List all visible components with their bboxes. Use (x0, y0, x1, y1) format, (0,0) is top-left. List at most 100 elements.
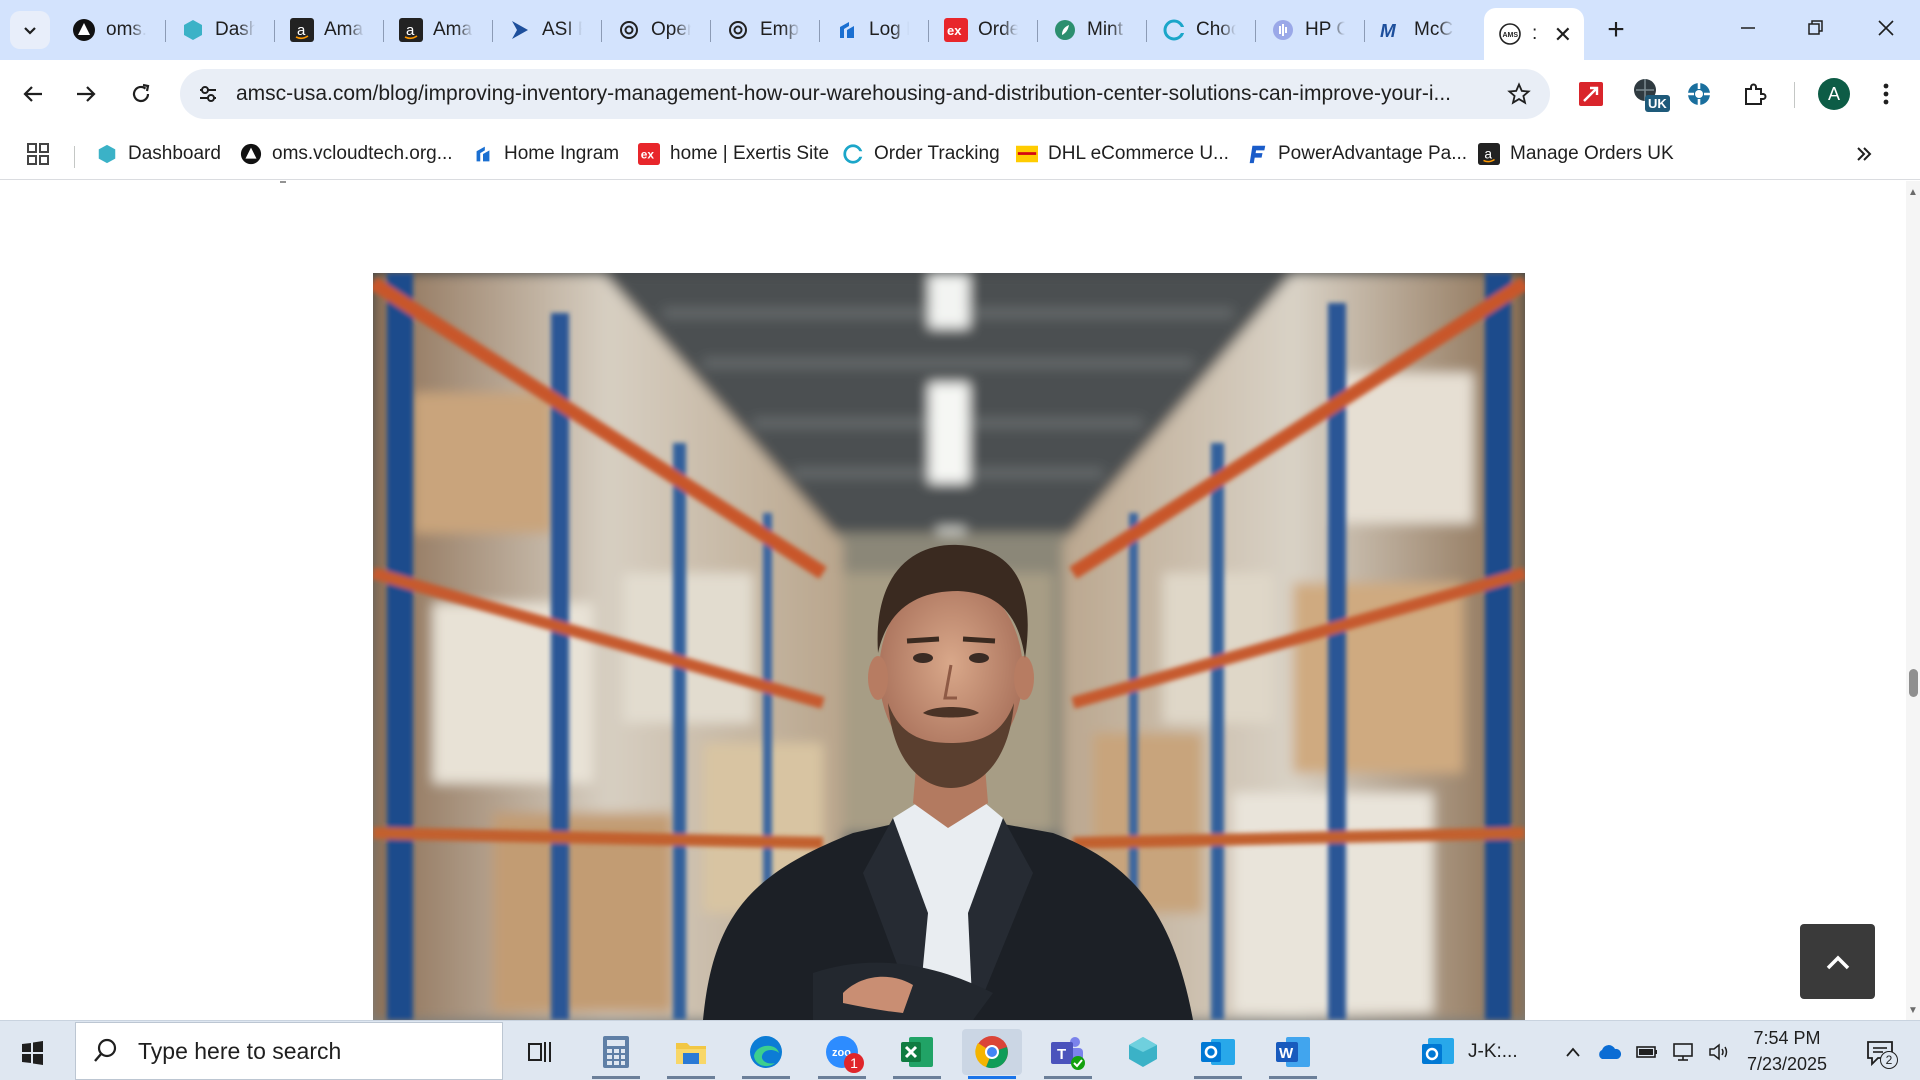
tab-orders[interactable]: ex Orde (930, 8, 1038, 52)
page-content (0, 181, 1906, 1020)
forward-button[interactable] (66, 74, 106, 114)
taskbar-zoom[interactable]: zoo 1 (812, 1029, 872, 1079)
bookmark-label: Order Tracking (874, 143, 1000, 164)
start-button[interactable] (12, 1033, 52, 1073)
browser-toolbar: amsc-usa.com/blog/improving-inventory-ma… (0, 60, 1920, 130)
hp-icon (1271, 18, 1295, 42)
tab-hp[interactable]: HP C (1257, 8, 1365, 52)
back-to-top-button[interactable] (1800, 924, 1875, 999)
tab-mcc[interactable]: M McC (1366, 8, 1474, 52)
task-view-button[interactable] (510, 1029, 570, 1075)
tab-title: HP C (1305, 19, 1345, 40)
taskbar-clock[interactable]: 7:54 PM 7/23/2025 (1742, 1025, 1832, 1077)
tab-amazon-1[interactable]: a Ama (276, 8, 384, 52)
ingram-icon (835, 18, 859, 42)
bookmark-order-tracking[interactable]: Order Tracking (842, 138, 1000, 170)
close-icon (1878, 20, 1894, 36)
battery-icon[interactable] (1632, 1037, 1662, 1067)
toolbar-divider (1794, 82, 1795, 108)
taskbar-pinned-item[interactable]: J-K:... (1420, 1029, 1540, 1075)
svg-text:W: W (1279, 1045, 1294, 1062)
taskbar-chrome[interactable] (962, 1029, 1022, 1079)
onedrive-icon[interactable] (1594, 1037, 1624, 1067)
vpn-extension-icon[interactable]: UK (1628, 74, 1670, 114)
tab-openai-2[interactable]: Empl (712, 8, 820, 52)
more-bookmarks-button[interactable] (1854, 138, 1874, 170)
tab-title: Ama (433, 19, 473, 40)
pinned-item-label: J-K:... (1468, 1041, 1518, 1062)
scrollbar-thumb[interactable] (1909, 669, 1918, 697)
tab-choc[interactable]: Choc (1148, 8, 1256, 52)
volume-icon[interactable] (1704, 1037, 1734, 1067)
taskbar-hex-app[interactable] (1113, 1029, 1173, 1075)
profile-avatar[interactable]: A (1818, 78, 1850, 110)
bookmark-dashboard[interactable]: Dashboard (96, 138, 221, 170)
taskbar-file-explorer[interactable] (661, 1029, 721, 1079)
triangle-logo-icon (72, 18, 96, 42)
url-text[interactable]: amsc-usa.com/blog/improving-inventory-ma… (236, 82, 1496, 106)
site-info-icon[interactable] (192, 78, 224, 110)
tab-search-button[interactable] (10, 11, 50, 49)
outlook-calendar-icon (1422, 1038, 1454, 1064)
extensions-puzzle-icon[interactable] (1734, 74, 1774, 114)
taskbar-teams[interactable]: T (1038, 1029, 1098, 1079)
bookmark-home-ingram[interactable]: Home Ingram (472, 138, 619, 170)
back-button[interactable] (13, 74, 53, 114)
browser-menu-icon[interactable] (1866, 74, 1906, 114)
scroll-down-arrow-icon[interactable]: ▼ (1908, 1005, 1918, 1016)
taskbar-search-box[interactable]: Type here to search (75, 1022, 503, 1080)
notification-center-button[interactable]: 2 (1860, 1035, 1900, 1071)
close-window-button[interactable] (1856, 8, 1916, 48)
pdf-extension-icon[interactable] (1571, 74, 1611, 114)
bookmark-dhl[interactable]: DHL eCommerce U... (1016, 138, 1229, 170)
show-hidden-icons-button[interactable] (1560, 1037, 1586, 1067)
bookmark-star-icon[interactable] (1504, 79, 1534, 109)
tab-mint[interactable]: Mint (1039, 8, 1147, 52)
taskbar-calculator[interactable] (586, 1029, 646, 1079)
tab-dashboard[interactable]: Dash (167, 8, 275, 52)
mint-icon (1053, 18, 1077, 42)
tab-oms[interactable]: oms. (58, 8, 166, 52)
m-logo-icon: M (1380, 18, 1404, 42)
address-bar[interactable]: amsc-usa.com/blog/improving-inventory-ma… (180, 69, 1550, 119)
taskbar-outlook[interactable] (1188, 1029, 1248, 1079)
exertis-icon: ex (638, 143, 660, 165)
svg-text:T: T (1057, 1046, 1066, 1063)
page-scrollbar[interactable]: ▲ ▼ (1906, 181, 1920, 1020)
tab-title: Oper (651, 19, 691, 40)
bookmark-label: home | Exertis Site (670, 143, 830, 164)
new-tab-button[interactable]: + (1598, 12, 1634, 48)
tab-openai-1[interactable]: Oper (603, 8, 711, 52)
settings-extension-icon[interactable] (1679, 74, 1719, 114)
network-icon[interactable] (1668, 1037, 1698, 1067)
bookmark-label: PowerAdvantage Pa... (1278, 143, 1468, 164)
tab-amsc-active[interactable]: AMS : ✕ (1484, 8, 1584, 60)
bookmark-poweradvantage[interactable]: PowerAdvantage Pa... (1246, 138, 1467, 170)
bookmark-oms[interactable]: oms.vcloudtech.org... (240, 138, 453, 170)
tab-amazon-2[interactable]: a Ama (385, 8, 493, 52)
clipped-heading-fragment (150, 181, 530, 204)
exertis-icon: ex (944, 18, 968, 42)
hexagon-logo-icon (96, 143, 118, 165)
taskbar-excel[interactable] (887, 1029, 947, 1079)
ingram-icon (472, 143, 494, 165)
apps-grid-button[interactable] (26, 138, 50, 170)
minimize-button[interactable] (1718, 8, 1778, 48)
bookmark-manage-orders-uk[interactable]: a Manage Orders UK (1478, 138, 1674, 170)
close-tab-icon[interactable]: ✕ (1554, 22, 1572, 48)
tab-log[interactable]: Log I (821, 8, 929, 52)
amazon-icon: a (290, 18, 314, 42)
scroll-up-arrow-icon[interactable]: ▲ (1908, 187, 1918, 198)
task-view-icon (528, 1042, 551, 1062)
bookmark-exertis[interactable]: ex home | Exertis Site (638, 138, 829, 170)
notification-count-badge: 2 (1880, 1051, 1898, 1069)
reload-button[interactable] (121, 74, 161, 114)
folder-icon (676, 1043, 706, 1064)
taskbar-word[interactable]: W (1263, 1029, 1323, 1079)
restore-button[interactable] (1786, 8, 1846, 48)
amazon-icon: a (1478, 143, 1500, 165)
tab-asi[interactable]: ASI F (494, 8, 602, 52)
hexagon-logo-icon (181, 18, 205, 42)
teams-icon: T (1051, 1037, 1085, 1070)
taskbar-edge[interactable] (736, 1029, 796, 1079)
